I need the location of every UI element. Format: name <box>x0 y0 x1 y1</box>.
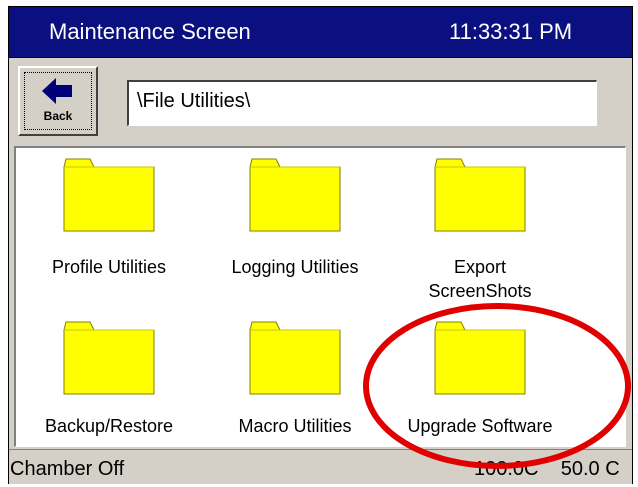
screen-title: Maintenance Screen <box>49 19 251 44</box>
maintenance-screen: Maintenance Screen 11:33:31 PM Back \Fil… <box>0 0 638 487</box>
folder-icon[interactable] <box>433 157 527 233</box>
folder-label-profile-utilities[interactable]: Profile Utilities <box>30 255 188 279</box>
folder-icon[interactable] <box>433 320 527 396</box>
folder-label-logging-utilities[interactable]: Logging Utilities <box>210 255 380 279</box>
back-button-label: Back <box>43 109 73 123</box>
clock: 11:33:31 PM <box>449 19 573 44</box>
path-text: \File Utilities\ <box>137 90 251 112</box>
readings-display: 100.0C 50.0 C <box>474 458 620 480</box>
back-button[interactable]: Back <box>18 66 98 136</box>
path-field[interactable]: \File Utilities\ <box>127 80 597 126</box>
folder-label-export-screenshots[interactable]: Export ScreenShots <box>400 255 560 303</box>
folder-label-upgrade-software[interactable]: Upgrade Software <box>390 414 570 438</box>
chamber-status: Chamber Off <box>10 458 125 480</box>
folder-icon[interactable] <box>62 320 156 396</box>
folder-label-backup-restore[interactable]: Backup/Restore <box>26 414 192 438</box>
title-bar: Maintenance Screen 11:33:31 PM <box>8 6 633 58</box>
folder-icon[interactable] <box>62 157 156 233</box>
folder-icon[interactable] <box>248 320 342 396</box>
folder-label-macro-utilities[interactable]: Macro Utilities <box>218 414 372 438</box>
folder-icon[interactable] <box>248 157 342 233</box>
back-arrow-icon <box>42 78 72 104</box>
